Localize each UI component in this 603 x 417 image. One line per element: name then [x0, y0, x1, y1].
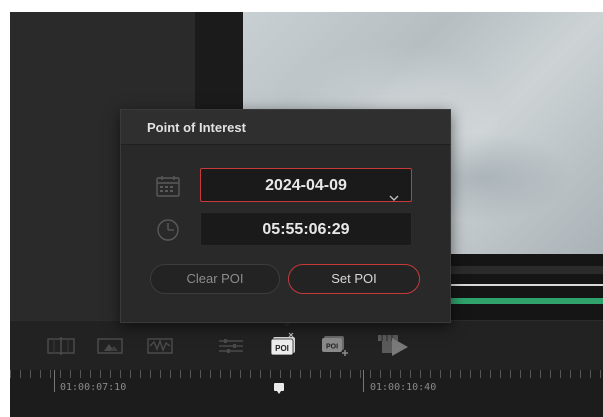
clear-poi-button[interactable]: Clear POI [150, 264, 280, 294]
timecode-mark [54, 370, 55, 392]
time-field[interactable]: 05:55:06:29 [200, 212, 412, 246]
popup-title: Point of Interest [147, 120, 246, 135]
play-clip-icon[interactable] [376, 332, 410, 356]
timeline-ruler[interactable]: 01:00:07:10 01:00:10:40 [10, 370, 603, 417]
split-icon[interactable] [46, 335, 76, 357]
date-value: 2024-04-09 [265, 177, 347, 194]
poi-icon[interactable]: POI [269, 331, 299, 356]
point-of-interest-popup: Point of Interest 2024-04-09 05:55:06:29… [120, 109, 451, 323]
timeline-toolbar: POI POI [10, 320, 603, 371]
timecode-mark [363, 370, 364, 392]
poi-icon-label: POI [275, 344, 289, 353]
poi-marker[interactable] [274, 383, 284, 394]
timecode-right: 01:00:10:40 [370, 382, 437, 393]
popup-header: Point of Interest [121, 110, 450, 145]
waveform-icon[interactable] [145, 335, 175, 357]
calendar-icon [155, 174, 181, 202]
image-icon[interactable] [95, 335, 125, 357]
time-value: 05:55:06:29 [262, 221, 350, 238]
timecode-left: 01:00:07:10 [60, 382, 127, 393]
set-poi-button[interactable]: Set POI [288, 264, 420, 294]
chevron-down-icon[interactable] [389, 181, 399, 201]
poi-add-icon[interactable]: POI [320, 333, 352, 356]
ruler-ticks [10, 370, 603, 378]
poi-add-icon-label: POI [326, 344, 338, 351]
clock-icon [155, 218, 181, 246]
date-field[interactable]: 2024-04-09 [200, 168, 412, 202]
sliders-icon[interactable] [216, 335, 246, 357]
